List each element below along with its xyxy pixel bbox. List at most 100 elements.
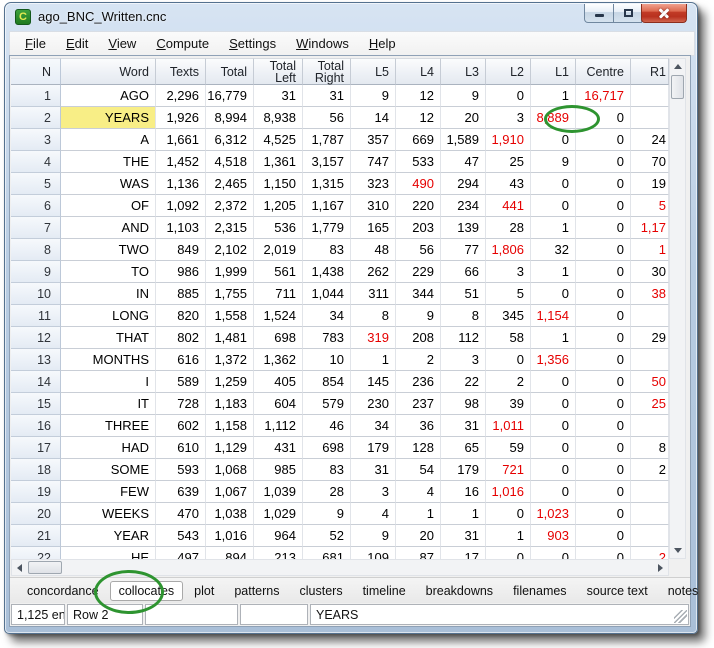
cell[interactable]: 894 bbox=[206, 547, 254, 559]
cell[interactable]: 323 bbox=[351, 173, 396, 195]
cell[interactable]: 602 bbox=[156, 415, 206, 437]
cell[interactable]: 25 bbox=[486, 151, 531, 173]
cell[interactable]: 0 bbox=[531, 547, 576, 559]
scroll-down-button[interactable] bbox=[670, 543, 685, 558]
cell[interactable]: 669 bbox=[396, 129, 441, 151]
cell[interactable]: 579 bbox=[303, 393, 351, 415]
cell[interactable]: MONTHS bbox=[61, 349, 156, 371]
cell[interactable]: 1 bbox=[531, 85, 576, 107]
cell[interactable]: 639 bbox=[156, 481, 206, 503]
tab-source-text[interactable]: source text bbox=[578, 581, 657, 601]
cell[interactable]: 179 bbox=[351, 437, 396, 459]
cell[interactable]: 405 bbox=[254, 371, 303, 393]
cell[interactable]: 0 bbox=[531, 459, 576, 481]
cell[interactable]: 20 bbox=[396, 525, 441, 547]
cell[interactable]: 728 bbox=[156, 393, 206, 415]
cell[interactable]: 8 bbox=[351, 305, 396, 327]
cell[interactable]: 87 bbox=[396, 547, 441, 559]
cell[interactable]: 77 bbox=[441, 239, 486, 261]
cell[interactable]: 20 bbox=[441, 107, 486, 129]
cell[interactable]: 51 bbox=[441, 283, 486, 305]
scroll-up-button[interactable] bbox=[670, 59, 685, 74]
cell[interactable] bbox=[631, 305, 669, 327]
row-number[interactable]: 17 bbox=[11, 437, 61, 459]
cell[interactable]: 1,016 bbox=[486, 481, 531, 503]
cell[interactable]: 0 bbox=[486, 547, 531, 559]
cell[interactable]: 8,994 bbox=[206, 107, 254, 129]
cell[interactable]: 30 bbox=[631, 261, 669, 283]
cell[interactable]: 0 bbox=[531, 283, 576, 305]
cell[interactable]: 0 bbox=[576, 195, 631, 217]
row-number[interactable]: 1 bbox=[11, 85, 61, 107]
cell[interactable]: I bbox=[61, 371, 156, 393]
cell[interactable] bbox=[631, 349, 669, 371]
cell[interactable]: 885 bbox=[156, 283, 206, 305]
cell[interactable]: 5 bbox=[631, 195, 669, 217]
cell[interactable]: 38 bbox=[631, 283, 669, 305]
cell[interactable]: 1 bbox=[396, 503, 441, 525]
row-number[interactable]: 9 bbox=[11, 261, 61, 283]
cell[interactable]: 0 bbox=[576, 283, 631, 305]
cell[interactable]: IN bbox=[61, 283, 156, 305]
cell[interactable]: 2,296 bbox=[156, 85, 206, 107]
cell[interactable]: 31 bbox=[441, 525, 486, 547]
minimize-button[interactable] bbox=[584, 4, 614, 23]
cell[interactable]: 986 bbox=[156, 261, 206, 283]
cell[interactable]: 4,518 bbox=[206, 151, 254, 173]
column-header-texts[interactable]: Texts bbox=[156, 58, 206, 85]
cell[interactable]: 29 bbox=[631, 327, 669, 349]
cell[interactable] bbox=[631, 503, 669, 525]
cell[interactable]: 536 bbox=[254, 217, 303, 239]
cell[interactable]: 31 bbox=[351, 459, 396, 481]
cell[interactable]: 1,154 bbox=[531, 305, 576, 327]
cell[interactable]: 208 bbox=[396, 327, 441, 349]
cell[interactable]: 319 bbox=[351, 327, 396, 349]
row-number[interactable]: 6 bbox=[11, 195, 61, 217]
cell[interactable]: 1 bbox=[441, 503, 486, 525]
cell[interactable]: 213 bbox=[254, 547, 303, 559]
cell[interactable]: 0 bbox=[576, 437, 631, 459]
cell[interactable]: 3 bbox=[486, 261, 531, 283]
column-header-l5[interactable]: L5 bbox=[351, 58, 396, 85]
cell[interactable]: 1,011 bbox=[486, 415, 531, 437]
cell[interactable]: 357 bbox=[351, 129, 396, 151]
cell[interactable]: 1 bbox=[531, 217, 576, 239]
cell[interactable]: 16 bbox=[441, 481, 486, 503]
cell[interactable]: THREE bbox=[61, 415, 156, 437]
column-header-l2[interactable]: L2 bbox=[486, 58, 531, 85]
cell[interactable]: 5 bbox=[486, 283, 531, 305]
column-header-total-right[interactable]: Total Right bbox=[303, 58, 351, 85]
cell[interactable]: 2,019 bbox=[254, 239, 303, 261]
cell[interactable]: 4 bbox=[351, 503, 396, 525]
cell[interactable]: HAD bbox=[61, 437, 156, 459]
cell[interactable]: 1,755 bbox=[206, 283, 254, 305]
cell[interactable]: 9 bbox=[531, 151, 576, 173]
resize-grip-icon[interactable] bbox=[674, 610, 687, 623]
cell[interactable]: 610 bbox=[156, 437, 206, 459]
cell[interactable]: IT bbox=[61, 393, 156, 415]
cell[interactable]: 98 bbox=[441, 393, 486, 415]
cell[interactable]: 1,167 bbox=[303, 195, 351, 217]
cell[interactable]: 1,039 bbox=[254, 481, 303, 503]
cell[interactable]: LONG bbox=[61, 305, 156, 327]
cell[interactable]: 497 bbox=[156, 547, 206, 559]
horizontal-scroll-thumb[interactable] bbox=[28, 561, 62, 574]
cell[interactable]: 54 bbox=[396, 459, 441, 481]
cell[interactable]: 344 bbox=[396, 283, 441, 305]
cell[interactable]: 2,465 bbox=[206, 173, 254, 195]
cell[interactable]: HE bbox=[61, 547, 156, 559]
cell[interactable]: 70 bbox=[631, 151, 669, 173]
cell[interactable]: 46 bbox=[303, 415, 351, 437]
tab-clusters[interactable]: clusters bbox=[291, 581, 352, 601]
scroll-left-button[interactable] bbox=[12, 560, 27, 575]
cell[interactable]: 66 bbox=[441, 261, 486, 283]
cell[interactable]: 783 bbox=[303, 327, 351, 349]
cell[interactable]: 0 bbox=[576, 481, 631, 503]
cell[interactable]: 1,150 bbox=[254, 173, 303, 195]
column-header-l1[interactable]: L1 bbox=[531, 58, 576, 85]
cell[interactable]: 4,525 bbox=[254, 129, 303, 151]
menu-item-windows[interactable]: Windows bbox=[288, 33, 357, 54]
cell[interactable]: 3 bbox=[441, 349, 486, 371]
cell[interactable]: YEARS bbox=[61, 107, 156, 129]
cell[interactable]: 83 bbox=[303, 459, 351, 481]
